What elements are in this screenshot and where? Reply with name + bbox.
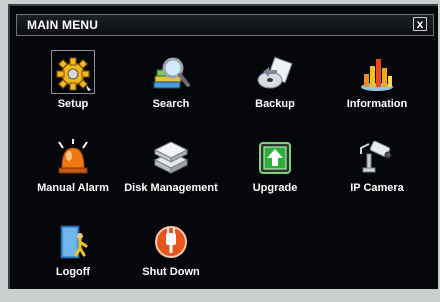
menu-item-manual-alarm[interactable]: Manual Alarm (18, 138, 128, 218)
bar-chart-icon (361, 59, 393, 91)
menu-label: Backup (255, 98, 295, 110)
alarm-light-icon (58, 139, 88, 174)
menu-item-backup[interactable]: Backup (220, 54, 330, 134)
menu-item-setup[interactable]: Setup (18, 50, 128, 134)
menu-label: Shut Down (142, 266, 200, 278)
upgrade-arrow-icon (259, 142, 291, 174)
menu-label: Manual Alarm (37, 182, 109, 194)
window-title: MAIN MENU (27, 18, 99, 32)
logoff-door-icon (60, 225, 88, 259)
camera-icon (360, 140, 392, 173)
hard-disk-icon (153, 141, 189, 174)
menu-item-ip-camera[interactable]: IP Camera (322, 138, 432, 218)
menu-item-disk-management[interactable]: Disk Management (116, 138, 226, 218)
menu-label: IP Camera (350, 182, 404, 194)
menu-item-upgrade[interactable]: Upgrade (220, 138, 330, 218)
menu-label: Disk Management (124, 182, 218, 194)
menu-label: Search (152, 98, 190, 110)
menu-label: Information (346, 98, 408, 110)
menu-label: Setup (57, 98, 89, 110)
menu-label: Logoff (55, 266, 91, 278)
magnifier-search-icon (153, 57, 190, 89)
gear-icon (56, 57, 91, 91)
close-button[interactable]: x (413, 17, 427, 31)
power-icon (155, 226, 187, 258)
menu-item-information[interactable]: Information (322, 54, 432, 134)
title-bar: MAIN MENU x (16, 14, 434, 36)
menu-item-logoff[interactable]: Logoff (18, 222, 128, 302)
menu-label: Upgrade (252, 182, 298, 194)
menu-item-search[interactable]: Search (116, 54, 226, 134)
disc-backup-icon (257, 56, 293, 89)
main-menu-window: MAIN MENU x Setup Search Backup Informat… (8, 4, 438, 289)
menu-item-shut-down[interactable]: Shut Down (116, 222, 226, 302)
